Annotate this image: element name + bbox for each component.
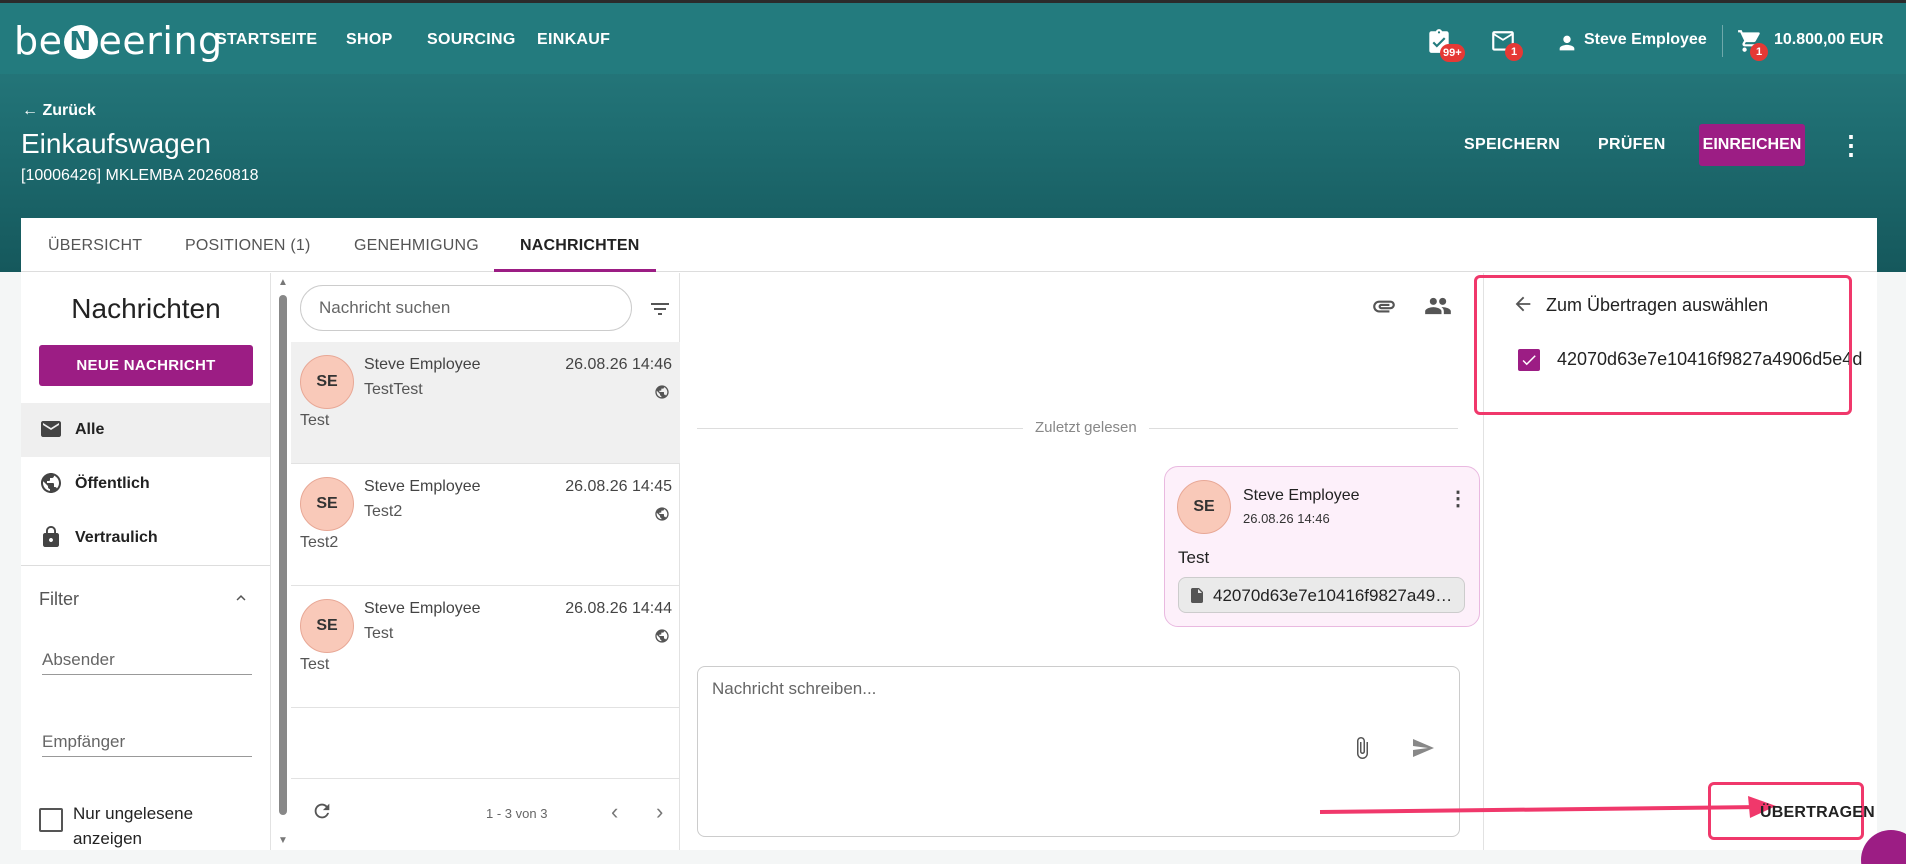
user-icon[interactable]: [1556, 30, 1578, 61]
nav-startseite[interactable]: STARTSEITE: [216, 31, 317, 49]
globe-icon: [41, 473, 61, 493]
attach-file-icon[interactable]: [1350, 735, 1374, 761]
message-preview: Test2: [300, 534, 339, 551]
filter-icon[interactable]: [648, 297, 672, 321]
sidebar-item-public[interactable]: Öffentlich: [21, 457, 270, 511]
globe-icon: [655, 385, 669, 399]
more-vert-icon[interactable]: ⋮: [1838, 132, 1864, 158]
tab-approval[interactable]: GENEHMIGUNG: [354, 237, 479, 255]
cart-badge: 1: [1750, 43, 1768, 61]
compose-box: [697, 666, 1460, 837]
user-name[interactable]: Steve Employee: [1584, 31, 1707, 49]
active-tab-indicator: [494, 269, 656, 272]
last-read-label: Zuletzt gelesen: [1023, 419, 1149, 436]
save-button[interactable]: SPEICHERN: [1464, 136, 1560, 154]
transfer-button[interactable]: ÜBERTRAGEN: [1760, 804, 1875, 822]
mail-badge: 1: [1505, 43, 1523, 61]
avatar: SE: [300, 477, 354, 531]
tasks-badge: 99+: [1440, 44, 1465, 62]
document-icon: [1191, 588, 1203, 603]
back-link[interactable]: ← Zurück: [22, 102, 96, 120]
refresh-icon[interactable]: [311, 800, 333, 828]
nav-sourcing[interactable]: SOURCING: [427, 31, 516, 49]
unread-only-label: Nur ungelesene anzeigen: [73, 804, 194, 848]
attachment-icon[interactable]: [1371, 293, 1397, 319]
sidebar-scrollbar[interactable]: ▲ ▼: [276, 273, 290, 850]
chevron-right-icon[interactable]: ›: [656, 799, 663, 825]
sidebar-item-label: Vertraulich: [75, 529, 158, 546]
cart-total[interactable]: 10.800,00 EUR: [1774, 31, 1883, 49]
recipient-filter-field[interactable]: [42, 727, 252, 757]
message-list-item[interactable]: SE Steve Employee 26.08.26 14:46 TestTes…: [291, 342, 680, 464]
attachment-name: 42070d63e7e10416f9827a4906d5e4d: [1213, 586, 1458, 605]
message-sender: Steve Employee: [364, 600, 481, 617]
globe-icon: [655, 629, 669, 643]
conversation-pane: Zuletzt gelesen SE Steve Employee 26.08.…: [681, 273, 1482, 850]
new-message-button[interactable]: NEUE NACHRICHT: [39, 345, 253, 386]
more-vert-icon[interactable]: ⋮: [1448, 489, 1468, 509]
page-title: Einkaufswagen: [21, 128, 211, 159]
message-preview: Test: [300, 412, 330, 429]
mail-icon: [41, 421, 61, 437]
submit-button[interactable]: EINREICHEN: [1699, 124, 1805, 166]
annotation-highlight-box: [1474, 275, 1852, 415]
message-subject: Test2: [364, 503, 403, 520]
lock-icon: [43, 526, 59, 547]
message-list-item[interactable]: SE Steve Employee 26.08.26 14:45 Test2 T…: [291, 464, 680, 586]
sidebar-title: Nachrichten: [71, 293, 221, 324]
avatar: SE: [1177, 480, 1231, 534]
sidebar-item-all[interactable]: Alle: [21, 403, 270, 457]
chevron-left-icon[interactable]: ‹: [611, 799, 618, 825]
avatar: SE: [300, 599, 354, 653]
message-list-item[interactable]: SE Steve Employee 26.08.26 14:44 Test Te…: [291, 586, 680, 708]
bubble-text: Test: [1178, 548, 1210, 567]
globe-icon: [655, 507, 669, 521]
message-list: SE Steve Employee 26.08.26 14:46 TestTes…: [291, 273, 680, 850]
bubble-sender: Steve Employee: [1243, 487, 1360, 504]
bubble-date: 26.08.26 14:46: [1243, 511, 1330, 526]
message-bubble: SE Steve Employee 26.08.26 14:46 ⋮ Test …: [1164, 466, 1480, 627]
sidebar-divider: [21, 565, 270, 566]
participants-icon[interactable]: [1424, 292, 1452, 320]
send-icon[interactable]: [1410, 736, 1436, 760]
sidebar-item-label: Öffentlich: [75, 475, 150, 492]
unread-only-checkbox[interactable]: [39, 808, 63, 832]
scroll-down-arrow-icon[interactable]: ▼: [278, 835, 288, 846]
list-pagination-bar: 1 - 3 von 3 ‹ ›: [291, 778, 680, 850]
page-subtitle: [10006426] MKLEMBA 20260818: [21, 167, 259, 184]
scrollbar-thumb[interactable]: [279, 295, 287, 815]
top-navigation-bar: be Neering STARTSEITE SHOP SOURCING EINKA…: [0, 0, 1906, 74]
tab-bar: ÜBERSICHT POSITIONEN (1) GENEHMIGUNG NAC…: [21, 218, 1877, 272]
tab-overview[interactable]: ÜBERSICHT: [48, 237, 142, 255]
avatar: SE: [300, 355, 354, 409]
message-sender: Steve Employee: [364, 356, 481, 373]
filter-heading: Filter: [39, 589, 79, 609]
back-label: Zurück: [42, 102, 96, 119]
nav-einkauf[interactable]: EINKAUF: [537, 31, 610, 49]
benneering-logo[interactable]: be Neering: [14, 19, 223, 63]
message-sender: Steve Employee: [364, 478, 481, 495]
tab-positions[interactable]: POSITIONEN (1): [185, 237, 310, 255]
tab-messages[interactable]: NACHRICHTEN: [520, 237, 640, 255]
message-date: 26.08.26 14:46: [565, 356, 672, 373]
sender-filter-field[interactable]: [42, 645, 252, 675]
message-date: 26.08.26 14:45: [565, 478, 672, 495]
message-preview: Test: [300, 656, 330, 673]
sidebar-item-label: Alle: [75, 421, 105, 438]
message-date: 26.08.26 14:44: [565, 600, 672, 617]
messages-sidebar: Nachrichten NEUE NACHRICHT Alle Öffentli…: [21, 273, 271, 850]
message-subject: TestTest: [364, 381, 423, 398]
check-button[interactable]: PRÜFEN: [1598, 136, 1666, 154]
message-search-input[interactable]: [300, 285, 632, 331]
compose-input[interactable]: [712, 679, 1412, 729]
scroll-up-arrow-icon[interactable]: ▲: [278, 277, 288, 288]
nav-shop[interactable]: SHOP: [346, 31, 393, 49]
chevron-up-icon[interactable]: [232, 589, 250, 612]
pagination-info: 1 - 3 von 3: [486, 806, 548, 821]
header-divider: [1722, 25, 1723, 57]
message-subject: Test: [364, 625, 394, 642]
sidebar-item-confidential[interactable]: Vertraulich: [21, 511, 270, 565]
attachment-chip[interactable]: 42070d63e7e10416f9827a4906d5e4d: [1178, 577, 1465, 613]
